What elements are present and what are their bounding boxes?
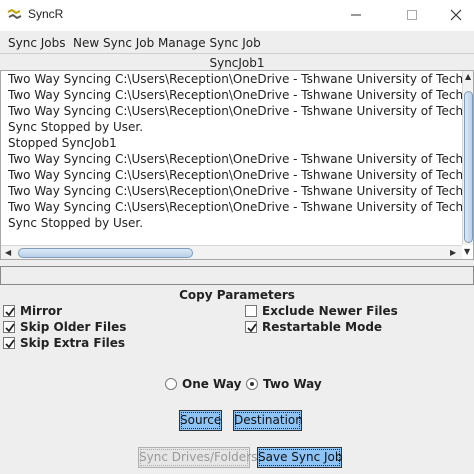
checkmark-icon [5,323,15,333]
window-title: SyncR [28,7,64,21]
close-icon [450,9,462,21]
mirror-label: Mirror [20,304,63,318]
log-line: Two Way Syncing C:\Users\Reception\OneDr… [8,104,463,118]
log-line: Sync Stopped by User. [8,216,144,230]
radio-circle[interactable] [246,378,258,390]
exclude-newer-files-label: Exclude Newer Files [262,304,398,318]
scroll-right-icon[interactable]: ▶ [450,249,456,257]
restartable-mode-label: Restartable Mode [262,320,383,334]
checkbox-box[interactable] [245,321,257,333]
focus-ring [140,449,248,466]
status-field[interactable] [0,266,474,285]
log-line: Stopped SyncJob1 [8,136,117,150]
checkmark-icon [5,307,15,317]
checkbox-box[interactable] [3,337,15,349]
focus-ring [181,412,220,429]
maximize-button[interactable] [390,0,436,31]
source-button[interactable]: Source [179,410,222,431]
one-way-label: One Way [182,377,242,391]
syncr-app-icon [7,8,22,20]
menu-new-sync-job[interactable]: New Sync Job [73,36,154,50]
checkbox-box[interactable] [3,321,15,333]
log-line: Two Way Syncing C:\Users\Reception\OneDr… [8,72,463,86]
destination-button[interactable]: Destination [233,410,303,431]
radio-selected-dot [250,382,254,386]
checkmark-icon [5,339,15,349]
checkbox-box[interactable] [245,305,257,317]
log-line: Two Way Syncing C:\Users\Reception\OneDr… [8,200,463,214]
copy-parameters-heading: Copy Parameters [179,288,295,302]
title-bar[interactable]: SyncR [0,0,474,31]
sync-log-lines: Two Way Syncing C:\Users\Reception\OneDr… [8,71,463,231]
save-sync-job-button[interactable]: Save Sync Job [257,447,343,468]
log-line: Sync Stopped by User. [8,120,144,134]
two-way-label: Two Way [263,377,322,391]
sync-log-pane[interactable]: Two Way Syncing C:\Users\Reception\OneDr… [0,70,474,260]
menu-sync-jobs[interactable]: Sync Jobs [8,36,66,50]
checkbox-box[interactable] [3,305,15,317]
scroll-up-icon[interactable]: ▲ [465,73,471,81]
skip-older-files-label: Skip Older Files [20,320,127,334]
log-line: Two Way Syncing C:\Users\Reception\OneDr… [8,88,463,102]
log-vertical-scrollbar[interactable]: ▲ [462,71,473,245]
checkmark-icon [247,323,257,333]
menu-divider [0,53,474,54]
log-horizontal-scrollbar[interactable]: ◀ ▶ [1,245,462,259]
log-line: Two Way Syncing C:\Users\Reception\OneDr… [8,184,463,198]
scroll-left-icon[interactable]: ◀ [5,249,11,257]
log-line: Two Way Syncing C:\Users\Reception\OneDr… [8,168,463,182]
log-vertical-scroll-thumb[interactable] [464,91,473,243]
focus-ring [235,412,300,429]
minimize-button[interactable] [334,0,380,31]
skip-extra-files-label: Skip Extra Files [20,336,126,350]
scroll-down-icon[interactable]: ▼ [464,248,470,256]
sync-drives-folders-button[interactable]: Sync Drives/Folders [138,447,257,468]
log-line: Two Way Syncing C:\Users\Reception\OneDr… [8,152,463,166]
maximize-icon [407,10,417,20]
menu-bar: Sync Jobs New Sync Job Manage Sync Job [0,33,474,53]
menu-manage-sync-job[interactable]: Manage Sync Job [158,36,261,50]
close-button[interactable] [438,0,474,31]
log-horizontal-scroll-thumb[interactable] [18,248,193,258]
focus-ring [259,449,340,466]
minimize-icon [351,14,361,16]
sync-job-title: SyncJob1 [209,56,265,70]
radio-circle[interactable] [165,378,177,390]
